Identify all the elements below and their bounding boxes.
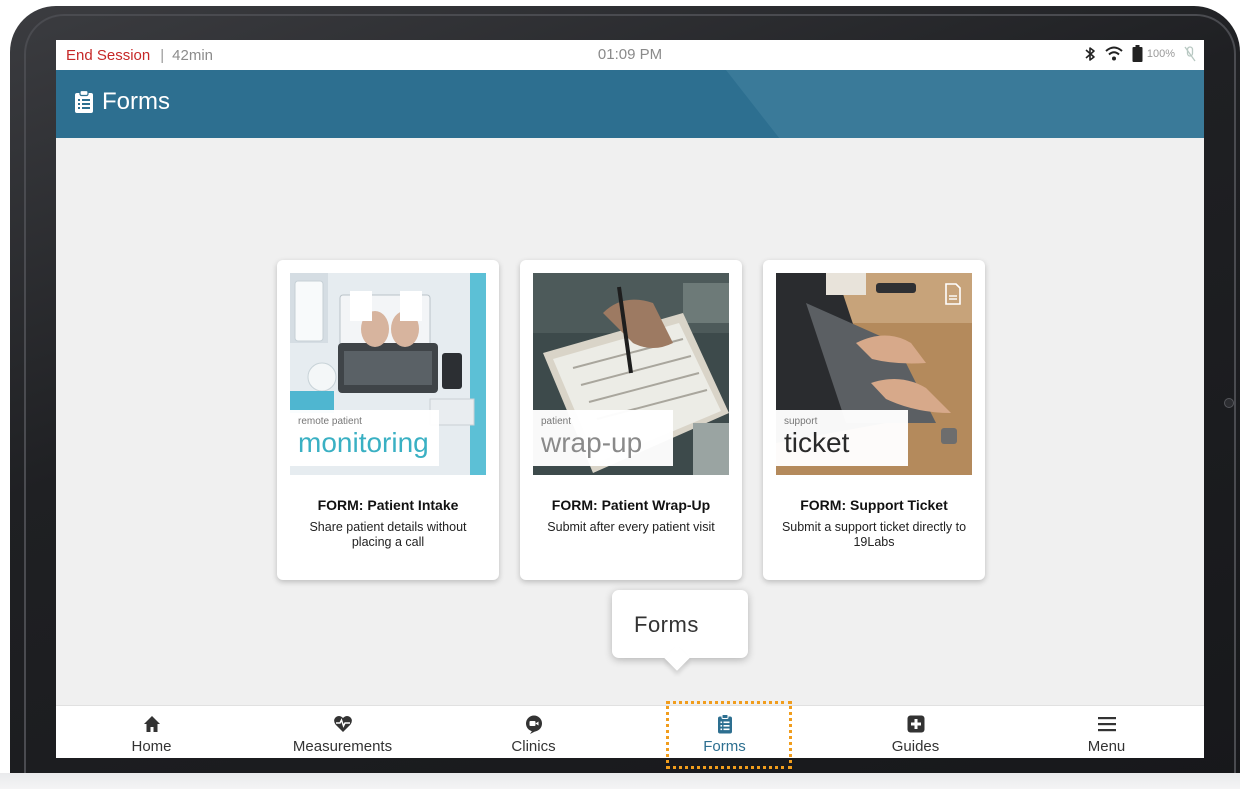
- form-card-image: support ticket: [776, 273, 972, 475]
- bottom-navigation: Home Measurements Clinics Forms Guides M…: [56, 705, 1204, 758]
- form-card-title: FORM: Patient Wrap-Up: [551, 497, 711, 513]
- nav-tooltip: Forms: [612, 590, 748, 658]
- card-image-label: support ticket: [776, 410, 908, 466]
- nav-item-label: Guides: [891, 738, 940, 755]
- card-image-label-big: ticket: [784, 427, 850, 458]
- form-card-title: FORM: Support Ticket: [800, 497, 948, 513]
- nav-item-label: Measurements: [292, 738, 393, 755]
- nav-item-label: Menu: [1087, 738, 1126, 755]
- nav-item-label: Home: [131, 738, 172, 755]
- form-card-image: patient wrap-up: [533, 273, 729, 475]
- home-icon: [143, 716, 160, 732]
- end-session-button[interactable]: End Session: [66, 47, 150, 64]
- card-image-label: patient wrap-up: [533, 410, 673, 466]
- plus-square-icon: [907, 715, 924, 733]
- mic-off-icon: [1184, 45, 1196, 61]
- nav-item-measurements[interactable]: Measurements: [247, 706, 438, 758]
- page-title-text: Forms: [102, 88, 170, 115]
- forms-highlight-outline: [666, 701, 792, 769]
- card-image-label-big: monitoring: [298, 427, 429, 458]
- form-card-description: Submit after every patient visit: [547, 520, 715, 534]
- card-image-label-big: wrap-up: [541, 427, 643, 458]
- hamburger-icon: [1097, 717, 1116, 732]
- wifi-icon: [1105, 46, 1123, 61]
- nav-item-menu[interactable]: Menu: [1011, 706, 1202, 758]
- card-image-label-small: patient: [541, 416, 572, 427]
- status-bar: End Session | 42min 01:09 PM 100%: [56, 40, 1204, 70]
- session-timer: 42min: [172, 46, 213, 64]
- nav-item-guides[interactable]: Guides: [820, 706, 1011, 758]
- page-title: Forms: [74, 88, 170, 116]
- system-status-icons: 100%: [1084, 45, 1196, 62]
- camera-icon: [1224, 398, 1234, 408]
- nav-item-label: Clinics: [511, 738, 556, 755]
- status-separator: |: [160, 46, 165, 64]
- video-chat-icon: [525, 715, 542, 734]
- bluetooth-icon: [1085, 46, 1095, 61]
- form-card-description: Submit a support ticket directly to 19La…: [781, 520, 967, 549]
- heart-pulse-icon: [333, 715, 352, 732]
- form-card-title: FORM: Patient Intake: [317, 497, 459, 513]
- nav-item-clinics[interactable]: Clinics: [438, 706, 629, 758]
- battery-icon: [1132, 45, 1143, 62]
- card-image-label-small: support: [784, 416, 818, 427]
- clipboard-icon: [75, 90, 93, 113]
- clock: 01:09 PM: [597, 46, 663, 63]
- tablet-base-shadow: [0, 773, 1240, 789]
- battery-percent: 100%: [1146, 47, 1175, 60]
- page-header: Forms: [56, 70, 1204, 138]
- form-card-image: remote patient monitoring: [290, 273, 486, 475]
- card-image-label: remote patient monitoring: [290, 410, 439, 466]
- form-card-description: Share patient details without placing a …: [309, 520, 467, 549]
- nav-item-home[interactable]: Home: [56, 706, 247, 758]
- form-card-support-ticket[interactable]: support ticket FORM: Support Ticket Subm…: [763, 260, 985, 580]
- form-card-patient-intake[interactable]: remote patient monitoring FORM: Patient …: [277, 260, 499, 580]
- card-image-label-small: remote patient: [298, 416, 362, 427]
- form-card-patient-wrap-up[interactable]: patient wrap-up FORM: Patient Wrap-Up Su…: [520, 260, 742, 580]
- document-icon: [945, 283, 961, 305]
